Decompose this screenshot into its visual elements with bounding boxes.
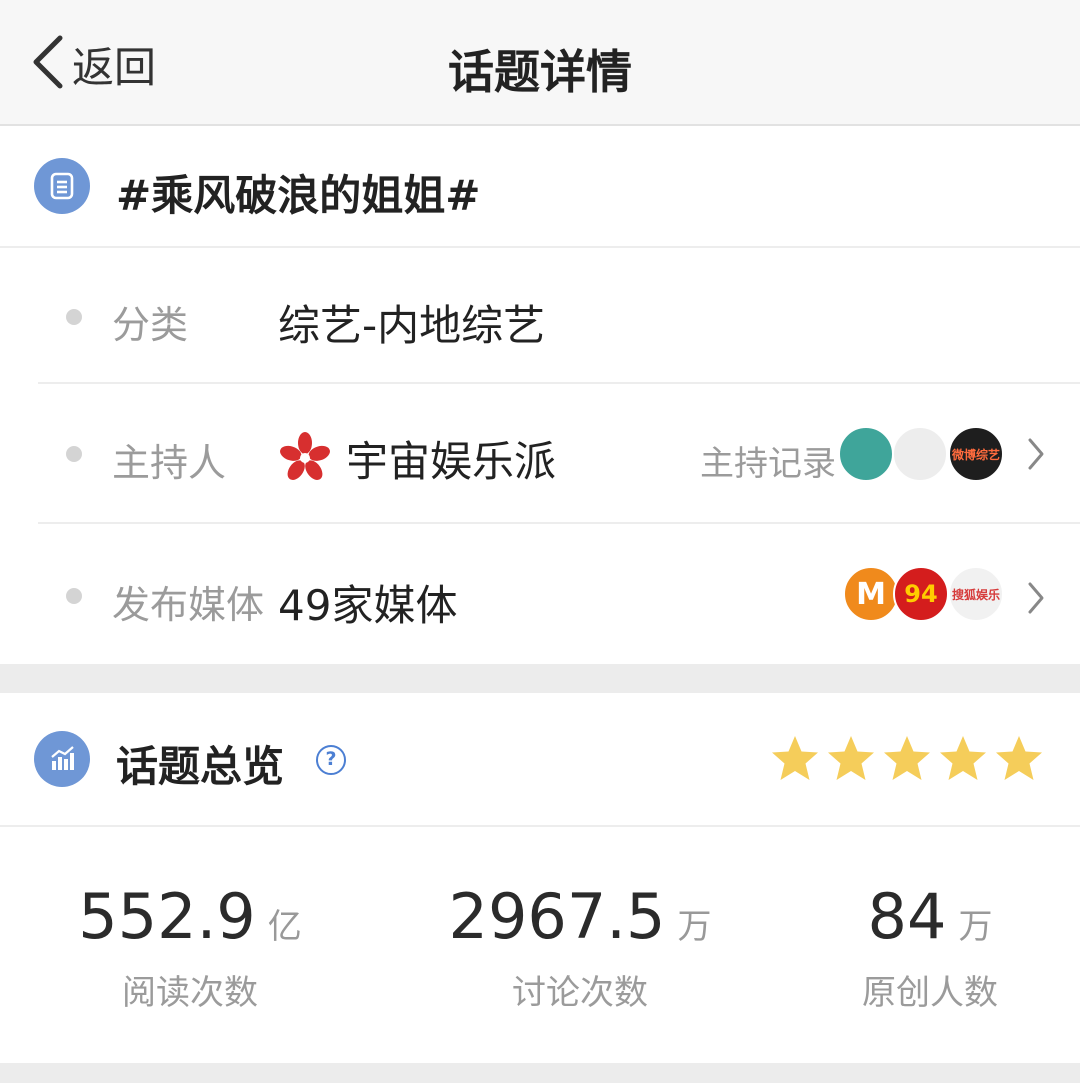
stat-discussions: 2967.5 万 讨论次数 [420, 881, 740, 1014]
stat-label: 原创人数 [862, 973, 998, 1013]
star-icon [826, 733, 876, 783]
category-row: 分类 综艺-内地综艺 [0, 248, 1080, 386]
category-label: 分类 [112, 303, 189, 347]
stat-originals: 84 万 原创人数 [770, 881, 1080, 1014]
star-icon [770, 733, 820, 783]
chevron-right-icon[interactable] [1026, 580, 1046, 616]
host-name[interactable]: 宇宙娱乐派 [346, 428, 556, 489]
question-icon[interactable]: ? [316, 745, 346, 775]
flower-logo-icon [280, 431, 330, 481]
host-record-link[interactable]: 主持记录 [700, 436, 836, 485]
stat-label: 讨论次数 [512, 973, 648, 1013]
star-icon [938, 733, 988, 783]
topic-title: #乘风破浪的姐姐# [116, 171, 481, 220]
star-icon [994, 733, 1044, 783]
bullet [66, 309, 82, 325]
bullet [66, 446, 82, 462]
category-value: 综艺-内地综艺 [278, 301, 546, 350]
media-row[interactable]: 发布媒体 49家媒体 M 94 搜狐娱乐 [0, 524, 1080, 662]
stat-value: 552.9 [78, 880, 256, 953]
media-avatar[interactable]: 搜狐娱乐 [948, 566, 1004, 622]
media-avatar[interactable]: 94 [893, 566, 949, 622]
stat-value: 84 [867, 880, 947, 953]
host-row[interactable]: 主持人 宇宙娱乐派 主持记录 微博综艺 [0, 384, 1080, 522]
page-title: 话题详情 [448, 45, 632, 99]
overview-card: 话题总览 ? 552.9 亿 阅读次数 2967.5 万 讨论次数 84 万 原创人数 [0, 693, 1080, 1063]
bar-chart-icon [34, 731, 90, 787]
bullet [66, 588, 82, 604]
star-icon [882, 733, 932, 783]
media-label: 发布媒体 [112, 583, 265, 627]
list-icon [34, 158, 90, 214]
stat-label: 阅读次数 [122, 973, 258, 1013]
stat-reads: 552.9 亿 阅读次数 [30, 881, 350, 1014]
stat-unit: 亿 [267, 907, 302, 947]
host-label: 主持人 [112, 441, 227, 485]
media-avatar[interactable]: M [843, 566, 899, 622]
stat-value: 2967.5 [448, 880, 666, 953]
overview-title: 话题总览 [116, 742, 285, 791]
host-avatar[interactable]: 微博综艺 [948, 426, 1004, 482]
divider [0, 825, 1080, 827]
media-count[interactable]: 49家媒体 [278, 572, 457, 633]
host-avatar[interactable] [892, 426, 948, 482]
nav-bar: 返回 话题详情 [0, 0, 1080, 126]
rating-stars [764, 733, 1044, 783]
stat-unit: 万 [958, 907, 993, 947]
topic-card: #乘风破浪的姐姐# 分类 综艺-内地综艺 主持人 宇宙娱乐派 主持记录 微博综艺… [0, 126, 1080, 664]
stat-unit: 万 [677, 907, 712, 947]
host-avatar[interactable] [838, 426, 894, 482]
chevron-right-icon[interactable] [1026, 436, 1046, 472]
